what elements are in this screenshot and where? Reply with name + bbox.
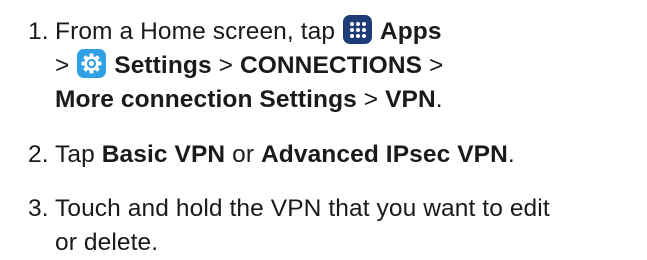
step-3-number: 3. xyxy=(28,195,49,222)
apps-label: Apps xyxy=(379,18,442,45)
step-1-arrow-1: > xyxy=(55,52,77,79)
step-1-period: . xyxy=(435,86,443,113)
step-1-arrow-3: > xyxy=(422,52,444,79)
step-1-intro-text: From a Home screen, tap xyxy=(55,18,342,45)
step-2-body: Tap Basic VPN or Advanced IPsec VPN. xyxy=(55,138,638,172)
settings-label: Settings xyxy=(114,52,212,79)
step-2-period: . xyxy=(507,141,515,168)
step-3-line-2: or delete. xyxy=(55,229,159,256)
step-1-line-1: From a Home screen, tap Apps xyxy=(55,15,638,49)
step-3-body: Touch and hold the VPN that you want to … xyxy=(55,192,638,260)
advanced-ipsec-vpn-label: Advanced IPsec VPN xyxy=(261,141,508,168)
step-1-number: 1. xyxy=(28,18,49,45)
apps-grid-icon xyxy=(342,15,372,44)
more-connection-settings-label: More connection Settings xyxy=(55,86,357,113)
step-3-line-1: Touch and hold the VPN that you want to … xyxy=(55,195,550,222)
step-2-line-1: Tap Basic VPN or Advanced IPsec VPN. xyxy=(55,138,638,172)
step-2: 2. Tap Basic VPN or Advanced IPsec VPN. xyxy=(28,138,638,172)
step-1: 1. From a Home screen, tap Apps > Settin… xyxy=(28,15,638,117)
connections-label: CONNECTIONS xyxy=(239,52,423,79)
step-1-body: From a Home screen, tap Apps > Settings … xyxy=(55,15,638,117)
step-1-arrow-2: > xyxy=(211,52,240,79)
step-3: 3. Touch and hold the VPN that you want … xyxy=(28,192,638,260)
step-2-number: 2. xyxy=(28,141,49,168)
step-2-intro-text: Tap xyxy=(55,141,102,168)
settings-gear-icon xyxy=(77,49,107,78)
instruction-steps: 1. From a Home screen, tap Apps > Settin… xyxy=(0,0,647,256)
vpn-label: VPN xyxy=(385,86,436,113)
step-1-line-2: > Settings > CONNECTIONS > xyxy=(55,49,638,83)
step-1-arrow-4: > xyxy=(356,86,386,113)
step-2-or-text: or xyxy=(225,141,261,168)
step-1-line-3: More connection Settings > VPN. xyxy=(55,83,638,117)
basic-vpn-label: Basic VPN xyxy=(101,141,226,168)
